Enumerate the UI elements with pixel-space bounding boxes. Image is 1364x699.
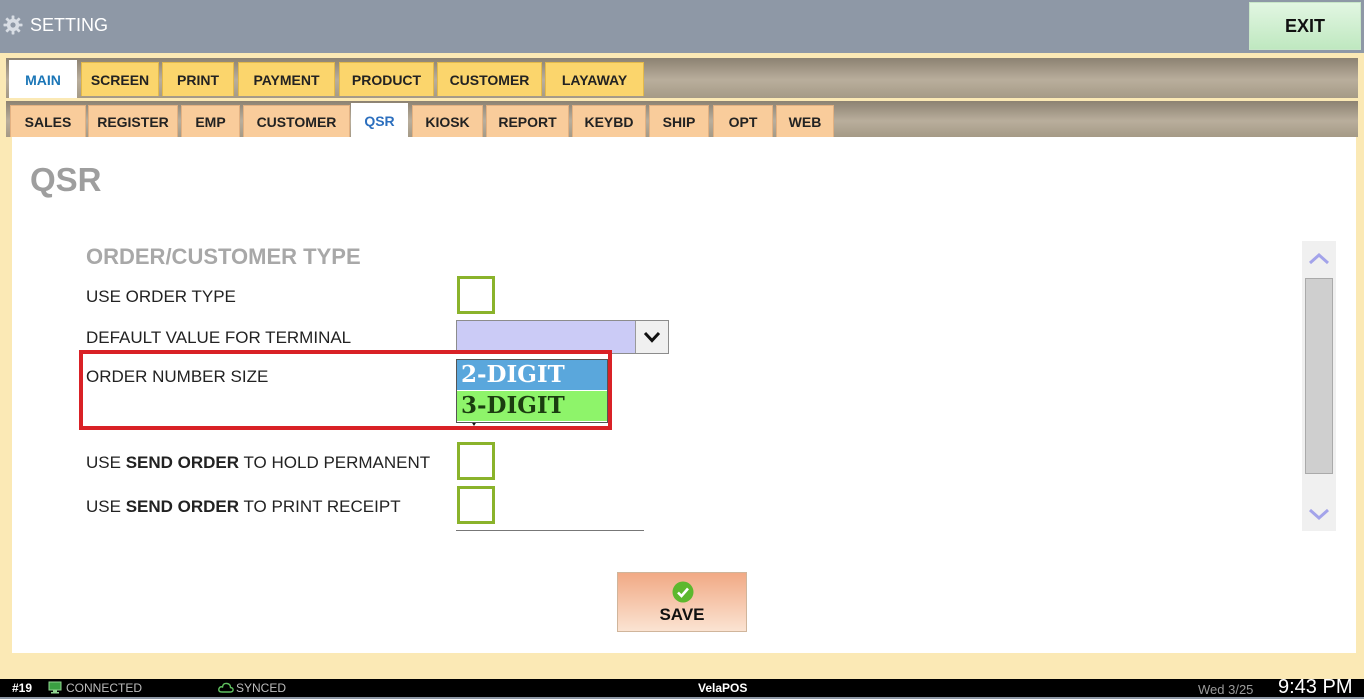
subtab-emp[interactable]: EMP bbox=[181, 105, 240, 137]
terminal-number: #19 bbox=[12, 681, 33, 695]
page-title: QSR bbox=[30, 161, 102, 198]
use-order-type-label: USE ORDER TYPE bbox=[86, 287, 236, 306]
sync-status: SYNCED bbox=[236, 681, 287, 695]
scrollbar[interactable] bbox=[1302, 241, 1336, 531]
gear-icon bbox=[3, 15, 23, 35]
default-value-label: DEFAULT VALUE FOR TERMINAL bbox=[86, 328, 352, 347]
title-bar: SETTING EXIT bbox=[0, 0, 1364, 53]
subtab-register[interactable]: REGISTER bbox=[88, 105, 178, 137]
status-date: Wed 3/25 bbox=[1198, 682, 1254, 697]
chevron-down-icon[interactable] bbox=[1302, 497, 1336, 531]
print-receipt-label: USE SEND ORDER TO PRINT RECEIPT bbox=[86, 497, 401, 516]
sub-tab-bar: SALES REGISTER EMP CUSTOMER QSR KIOSK RE… bbox=[6, 101, 1358, 137]
main-tab-bar: MAIN SCREEN PRINT PAYMENT PRODUCT CUSTOM… bbox=[6, 58, 1358, 98]
hold-permanent-checkbox[interactable] bbox=[457, 442, 495, 480]
subtab-web[interactable]: WEB bbox=[776, 105, 834, 137]
exit-button[interactable]: EXIT bbox=[1249, 2, 1361, 50]
chevron-up-icon[interactable] bbox=[1302, 241, 1336, 275]
check-circle-icon bbox=[672, 581, 694, 603]
hold-permanent-label: USE SEND ORDER TO HOLD PERMANENT bbox=[86, 453, 431, 472]
field-underline bbox=[456, 530, 644, 531]
connection-status: CONNECTED bbox=[66, 681, 143, 695]
tab-product[interactable]: PRODUCT bbox=[339, 62, 434, 96]
default-value-select[interactable] bbox=[456, 320, 669, 354]
subtab-kiosk[interactable]: KIOSK bbox=[412, 105, 483, 137]
tab-payment[interactable]: PAYMENT bbox=[238, 62, 335, 96]
tab-screen[interactable]: SCREEN bbox=[81, 62, 159, 96]
scrollbar-thumb[interactable] bbox=[1305, 278, 1333, 474]
subtab-qsr[interactable]: QSR bbox=[351, 103, 408, 137]
subtab-customer[interactable]: CUSTOMER bbox=[243, 105, 350, 137]
subtab-report[interactable]: REPORT bbox=[486, 105, 569, 137]
network-icon bbox=[48, 681, 62, 694]
chevron-down-icon bbox=[635, 321, 668, 353]
subtab-opt[interactable]: OPT bbox=[713, 105, 773, 137]
section-title: ORDER/CUSTOMER TYPE bbox=[86, 244, 361, 269]
subtab-sales[interactable]: SALES bbox=[10, 105, 86, 137]
app-name: VelaPOS bbox=[698, 681, 748, 695]
use-order-type-checkbox[interactable] bbox=[457, 276, 495, 314]
option-2-digit[interactable]: 2-DIGIT bbox=[457, 360, 607, 390]
order-number-size-dropdown[interactable]: 2-DIGIT 3-DIGIT bbox=[456, 359, 608, 423]
tab-customer[interactable]: CUSTOMER bbox=[437, 62, 542, 96]
subtab-keybd[interactable]: KEYBD bbox=[572, 105, 646, 137]
cloud-icon bbox=[218, 682, 234, 693]
status-bar: #19 CONNECTED SYNCED VelaPOS Wed 3/25 9:… bbox=[0, 676, 1364, 698]
settings-frame: MAIN SCREEN PRINT PAYMENT PRODUCT CUSTOM… bbox=[0, 53, 1364, 679]
tab-print[interactable]: PRINT bbox=[162, 62, 234, 96]
tab-main[interactable]: MAIN bbox=[9, 60, 77, 98]
subtab-ship[interactable]: SHIP bbox=[649, 105, 709, 137]
print-receipt-checkbox[interactable] bbox=[457, 486, 495, 524]
window-title: SETTING bbox=[30, 15, 109, 35]
status-time: 9:43 PM bbox=[1278, 676, 1353, 698]
tab-layaway[interactable]: LAYAWAY bbox=[545, 62, 644, 96]
option-3-digit[interactable]: 3-DIGIT bbox=[457, 391, 607, 421]
settings-panel: QSR ORDER/CUSTOMER TYPE USE ORDER TYPE D… bbox=[12, 137, 1356, 653]
save-label: SAVE bbox=[659, 605, 705, 624]
save-button[interactable]: SAVE bbox=[617, 572, 747, 632]
